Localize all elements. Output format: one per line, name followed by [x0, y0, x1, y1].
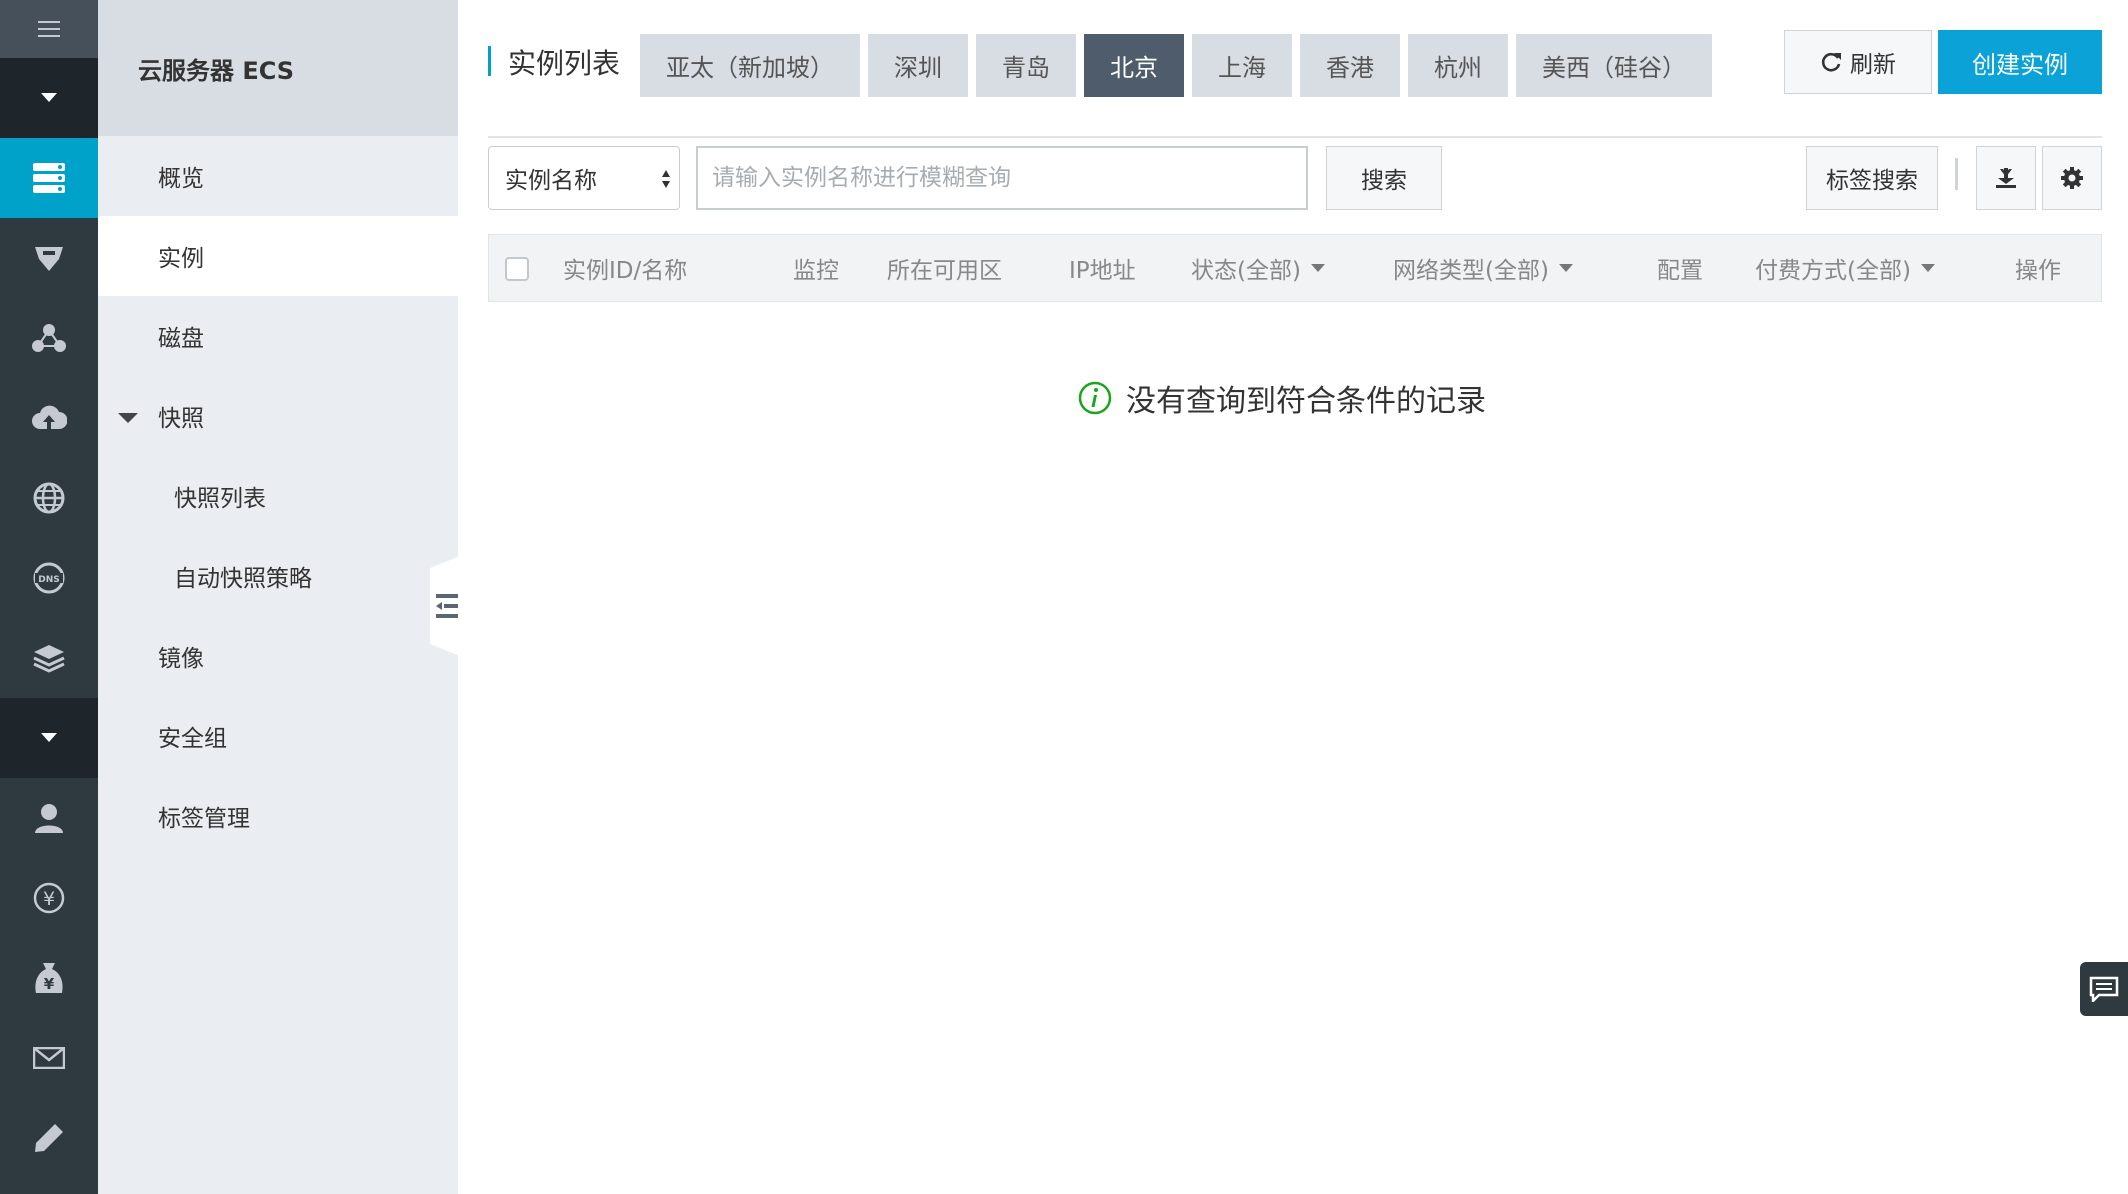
region-tab-us-west[interactable]: 美西（硅谷）	[1516, 34, 1712, 97]
caret-down-icon	[118, 413, 138, 423]
empty-state-message: 没有查询到符合条件的记录	[1126, 384, 1486, 419]
sidebar-item-label: 快照	[158, 406, 204, 432]
user-icon[interactable]	[0, 778, 98, 858]
sidebar-item-instances[interactable]: 实例	[98, 216, 458, 296]
refresh-button[interactable]: 刷新	[1784, 30, 1932, 94]
select-arrows-icon	[662, 170, 670, 188]
column-billing-label: 付费方式(全部)	[1755, 258, 1911, 284]
region-tab-hongkong[interactable]: 香港	[1300, 34, 1400, 97]
column-status-filter[interactable]: 状态(全部)	[1191, 235, 1325, 301]
caret-down-icon	[1558, 264, 1573, 272]
product-sidebar: 云服务器 ECS 概览 实例 磁盘 快照 快照列表 自动快照策略 镜像 安全组 …	[98, 0, 458, 1194]
globe-icon[interactable]	[0, 458, 98, 538]
sidebar-item-snapshot-list[interactable]: 快照列表	[98, 456, 458, 536]
dns-icon[interactable]: DNS	[0, 538, 98, 618]
caret-down-icon	[1310, 264, 1325, 272]
table-header: 实例ID/名称 监控 所在可用区 IP地址 状态(全部) 网络类型(全部) 配置…	[488, 234, 2102, 302]
sidebar-title: 云服务器 ECS	[98, 0, 458, 136]
refresh-icon	[1821, 52, 1841, 72]
sidebar-item-snapshots[interactable]: 快照	[98, 376, 458, 456]
search-field-select[interactable]: 实例名称	[488, 146, 680, 210]
tag-search-button[interactable]: 标签搜索	[1806, 146, 1938, 210]
svg-text:DNS: DNS	[38, 575, 60, 585]
chat-icon	[2089, 976, 2119, 1002]
app-root: DNS ¥ ¥ 云服务器 ECS 概览 实例 磁盘 快照 快照列表 自动快照策略…	[0, 0, 2128, 1194]
header-divider	[488, 136, 2102, 138]
title-accent-bar	[488, 46, 491, 76]
edit-icon[interactable]	[0, 1098, 98, 1178]
select-all-checkbox[interactable]	[505, 257, 529, 281]
refresh-label: 刷新	[1850, 52, 1896, 78]
column-monitor: 监控	[793, 258, 839, 284]
network-icon[interactable]	[0, 298, 98, 378]
region-tab-beijing[interactable]: 北京	[1084, 34, 1184, 97]
cloud-upload-icon[interactable]	[0, 378, 98, 458]
toolbar-separator	[1955, 158, 1958, 190]
region-tab-qingdao[interactable]: 青岛	[976, 34, 1076, 97]
page-title: 实例列表	[508, 47, 621, 80]
chevron-down-icon[interactable]	[0, 698, 98, 778]
sidebar-item-tag-management[interactable]: 标签管理	[98, 776, 458, 856]
layers-icon[interactable]	[0, 618, 98, 698]
sidebar-item-overview[interactable]: 概览	[98, 136, 458, 216]
empty-state: 没有查询到符合条件的记录	[1078, 376, 1486, 420]
region-tab-singapore[interactable]: 亚太（新加坡）	[640, 34, 860, 97]
column-network-type-filter[interactable]: 网络类型(全部)	[1393, 235, 1573, 301]
menu-icon[interactable]	[0, 0, 98, 58]
mail-icon[interactable]	[0, 1018, 98, 1098]
sidebar-collapse-toggle[interactable]	[430, 556, 460, 656]
sidebar-item-auto-snapshot-policy[interactable]: 自动快照策略	[98, 536, 458, 616]
column-zone: 所在可用区	[887, 258, 1002, 284]
column-billing-filter[interactable]: 付费方式(全部)	[1755, 235, 1935, 301]
database-icon[interactable]	[0, 218, 98, 298]
gear-icon	[2061, 167, 2083, 189]
column-ip-address: IP地址	[1069, 258, 1136, 284]
svg-text:¥: ¥	[44, 975, 55, 993]
svg-text:¥: ¥	[43, 888, 55, 910]
caret-down-icon	[1920, 264, 1935, 272]
search-button[interactable]: 搜索	[1326, 146, 1442, 210]
settings-button[interactable]	[2042, 146, 2102, 210]
sidebar-item-security-groups[interactable]: 安全组	[98, 696, 458, 776]
info-icon	[1078, 381, 1112, 415]
icon-rail: DNS ¥ ¥	[0, 0, 98, 1194]
server-icon[interactable]	[0, 138, 98, 218]
region-tab-shenzhen[interactable]: 深圳	[868, 34, 968, 97]
column-status-label: 状态(全部)	[1191, 258, 1301, 284]
download-icon	[1996, 168, 2016, 188]
sidebar-item-images[interactable]: 镜像	[98, 616, 458, 696]
region-tab-hangzhou[interactable]: 杭州	[1408, 34, 1508, 97]
feedback-button[interactable]	[2080, 962, 2128, 1016]
search-input[interactable]	[696, 146, 1308, 210]
create-instance-button[interactable]: 创建实例	[1938, 30, 2102, 94]
column-actions: 操作	[2015, 258, 2061, 284]
chevron-down-icon[interactable]	[0, 58, 98, 138]
sidebar-item-disks[interactable]: 磁盘	[98, 296, 458, 376]
column-config: 配置	[1657, 258, 1703, 284]
money-bag-icon[interactable]: ¥	[0, 938, 98, 1018]
region-tab-shanghai[interactable]: 上海	[1192, 34, 1292, 97]
column-network-type-label: 网络类型(全部)	[1393, 258, 1549, 284]
yen-circle-icon[interactable]: ¥	[0, 858, 98, 938]
column-instance-id: 实例ID/名称	[563, 258, 688, 284]
search-field-select-value: 实例名称	[505, 168, 597, 194]
export-button[interactable]	[1976, 146, 2036, 210]
main-content: 实例列表 亚太（新加坡） 深圳 青岛 北京 上海 香港 杭州 美西（硅谷） 刷新…	[458, 0, 2128, 1194]
collapse-icon	[436, 594, 458, 618]
